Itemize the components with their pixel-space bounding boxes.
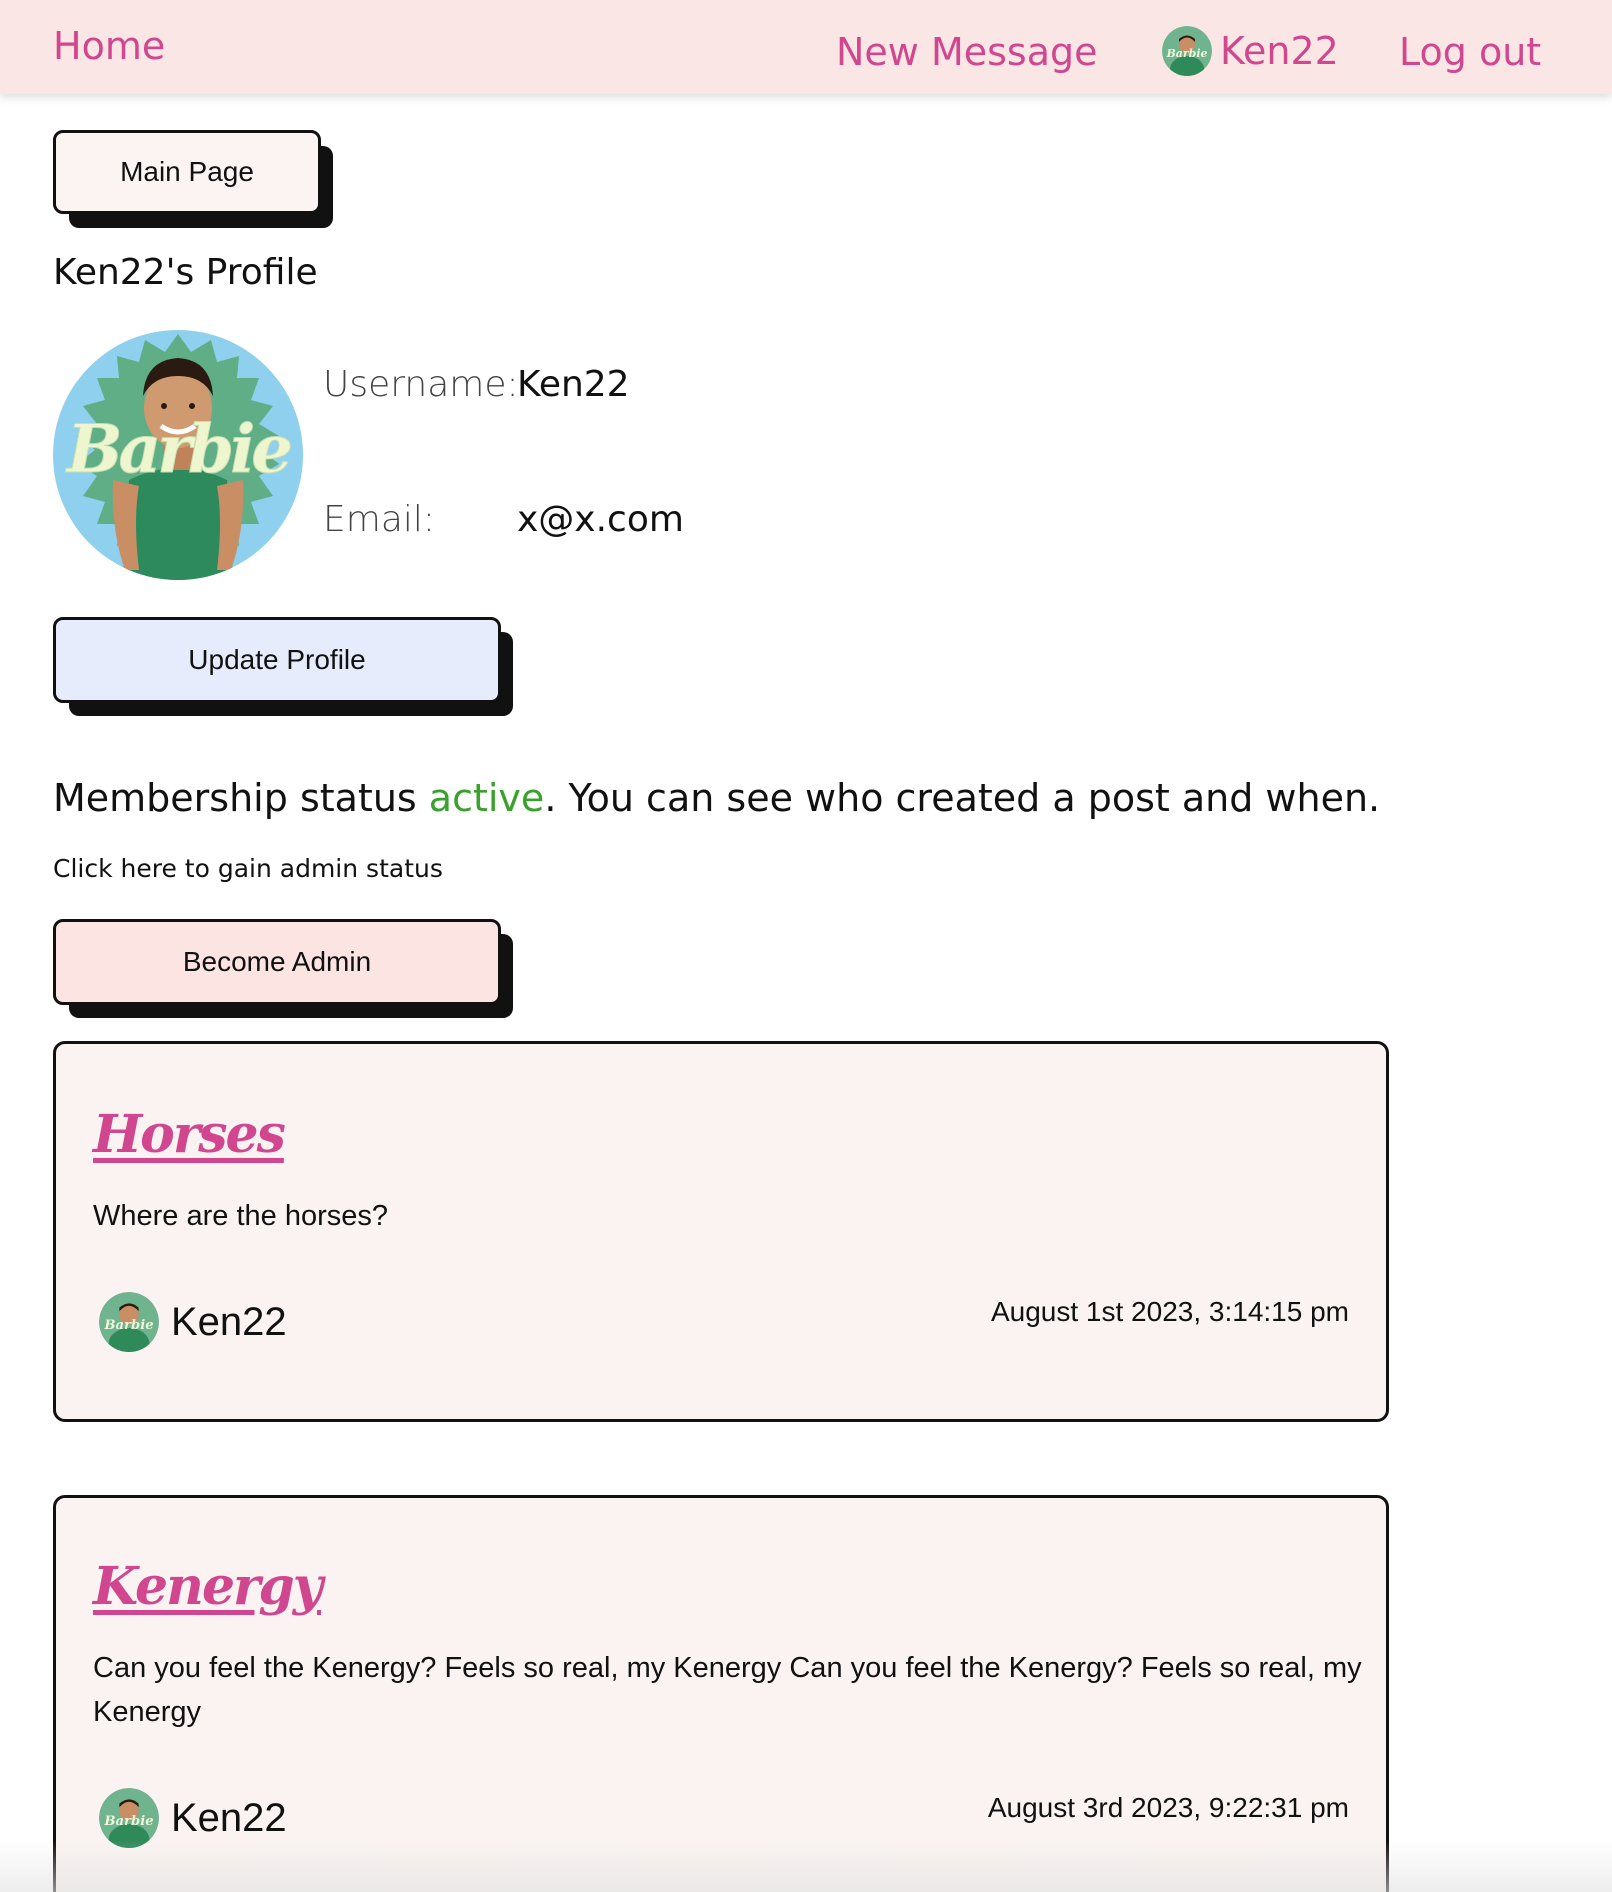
svg-text:Barbie: Barbie bbox=[1165, 47, 1207, 60]
membership-suffix: . You can see who created a post and whe… bbox=[544, 776, 1381, 820]
post-body: Where are the horses? bbox=[93, 1200, 388, 1232]
avatar: Barbie bbox=[99, 1788, 159, 1848]
post-date: August 1st 2023, 3:14:15 pm bbox=[990, 1296, 1349, 1327]
nav-home-link[interactable]: Home bbox=[53, 24, 165, 68]
post-body: Can you feel the Kenergy? Feels so real,… bbox=[93, 1652, 1362, 1728]
svg-text:Barbie: Barbie bbox=[103, 1318, 153, 1333]
nav-profile-link[interactable]: Barbie Ken22 bbox=[1162, 26, 1339, 76]
update-profile-button[interactable]: Update Profile bbox=[53, 617, 501, 703]
post-author-name: Ken22 bbox=[171, 1795, 287, 1840]
post-author-name: Ken22 bbox=[171, 1299, 287, 1344]
email-value: x@x.com bbox=[517, 499, 684, 540]
post-card: Kenergy Can you feel the Kenergy? Feels … bbox=[53, 1495, 1389, 1892]
post-title[interactable]: Horses bbox=[93, 1104, 286, 1165]
post-author[interactable]: Barbie Ken22 bbox=[99, 1788, 287, 1848]
top-nav: Home New Message Barbie Ken22 Log out bbox=[0, 0, 1612, 94]
svg-text:Barbie: Barbie bbox=[103, 1814, 153, 1829]
avatar-logo-text: Barbie bbox=[65, 410, 292, 488]
avatar: Barbie bbox=[99, 1292, 159, 1352]
membership-status-value: active bbox=[428, 776, 545, 820]
post-author[interactable]: Barbie Ken22 bbox=[99, 1292, 287, 1352]
membership-status-text: Membership status active. You can see wh… bbox=[53, 776, 1380, 820]
admin-hint-text: Click here to gain admin status bbox=[53, 854, 443, 883]
page-title: Ken22's Profile bbox=[53, 252, 318, 293]
email-label: Email: bbox=[323, 499, 436, 540]
nav-username: Ken22 bbox=[1220, 29, 1339, 73]
username-value: Ken22 bbox=[517, 364, 630, 405]
post-title[interactable]: Kenergy bbox=[93, 1556, 323, 1617]
post-card: Horses Where are the horses? Barbie Ken2… bbox=[53, 1041, 1389, 1422]
avatar: Barbie bbox=[1162, 26, 1212, 76]
profile-avatar: Barbie bbox=[53, 330, 303, 580]
username-label: Username: bbox=[323, 364, 519, 405]
nav-logout-link[interactable]: Log out bbox=[1399, 30, 1541, 74]
post-date: August 3rd 2023, 9:22:31 pm bbox=[987, 1792, 1349, 1823]
nav-new-message-link[interactable]: New Message bbox=[836, 30, 1098, 74]
become-admin-button[interactable]: Become Admin bbox=[53, 919, 501, 1005]
main-page-button[interactable]: Main Page bbox=[53, 130, 321, 214]
membership-prefix: Membership status bbox=[53, 776, 429, 820]
